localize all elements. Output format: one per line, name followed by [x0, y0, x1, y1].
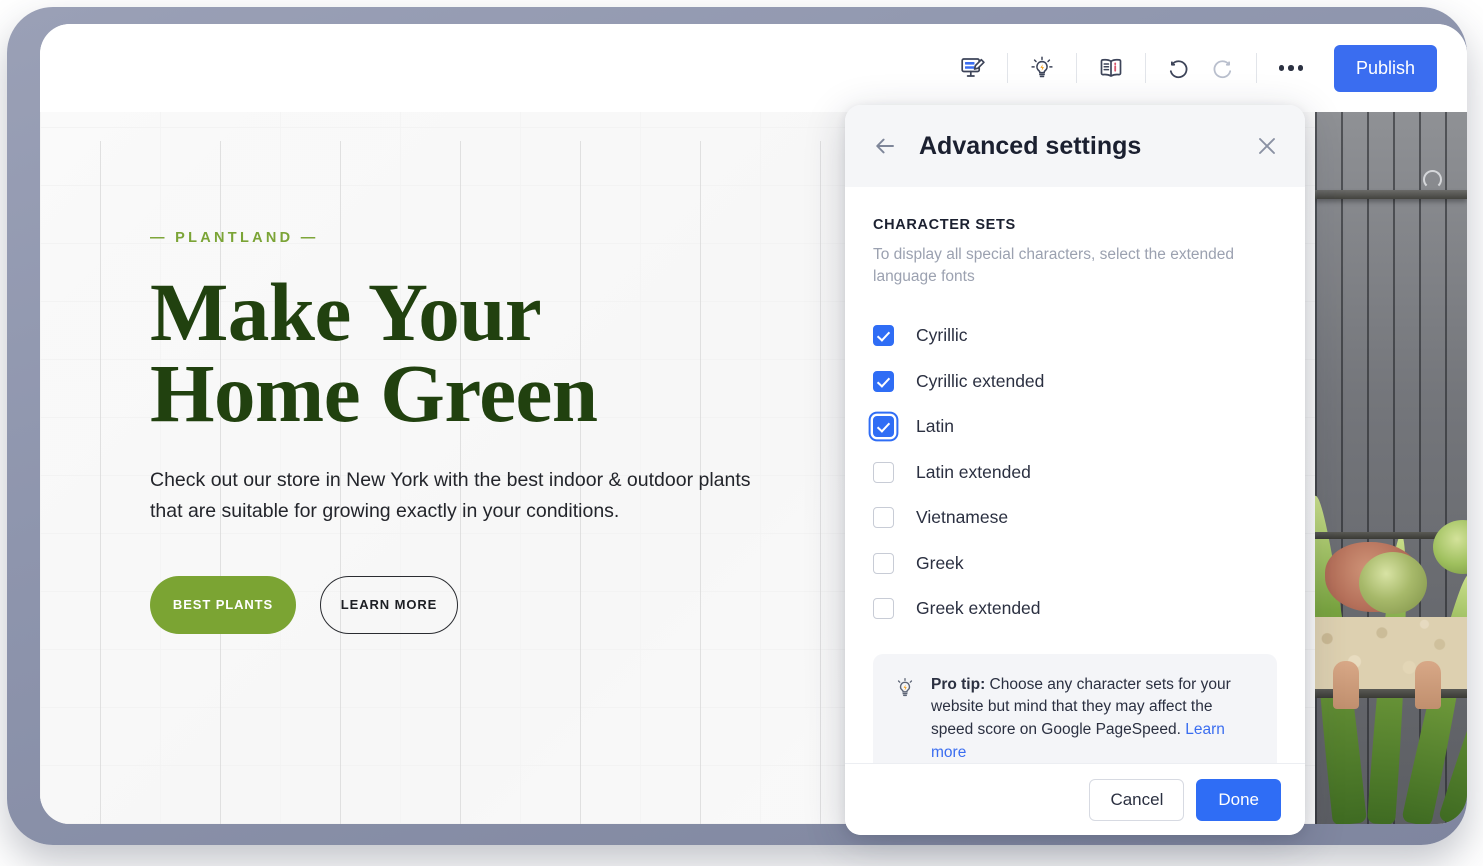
- charset-row-greek-extended[interactable]: Greek extended: [873, 586, 1277, 632]
- charset-label: Latin: [916, 416, 954, 437]
- charset-label: Latin extended: [916, 462, 1031, 483]
- green-succulent: [1359, 552, 1427, 614]
- redo-icon[interactable]: [1201, 47, 1243, 89]
- learn-more-button[interactable]: LEARN MORE: [320, 576, 458, 634]
- panel-footer: Cancel Done: [845, 763, 1305, 835]
- page-title: Make Your Home Green: [150, 272, 790, 435]
- checkbox-icon[interactable]: [873, 416, 894, 437]
- done-button[interactable]: Done: [1196, 779, 1281, 821]
- hand-finger: [1415, 661, 1441, 709]
- checkbox-icon[interactable]: [873, 462, 894, 483]
- charset-label: Vietnamese: [916, 507, 1008, 528]
- checkbox-icon[interactable]: [873, 507, 894, 528]
- lightbulb-idea-icon[interactable]: [1021, 47, 1063, 89]
- panel-header: Advanced settings: [845, 105, 1305, 187]
- pro-tip-callout: Pro tip: Choose any character sets for y…: [873, 654, 1277, 764]
- pro-tip-text: Pro tip: Choose any character sets for y…: [931, 674, 1255, 764]
- checkbox-icon[interactable]: [873, 553, 894, 574]
- toolbar-divider: [1145, 53, 1146, 83]
- close-icon[interactable]: [1251, 130, 1283, 162]
- charset-label: Cyrillic: [916, 325, 968, 346]
- checkbox-icon[interactable]: [873, 325, 894, 346]
- charset-label: Greek: [916, 553, 964, 574]
- arrow-left-icon[interactable]: [869, 130, 901, 162]
- panel-body: CHARACTER SETS To display all special ch…: [845, 187, 1305, 763]
- undo-icon[interactable]: [1159, 47, 1201, 89]
- checkbox-icon[interactable]: [873, 371, 894, 392]
- toolbar-divider: [1007, 53, 1008, 83]
- charset-row-latin-extended[interactable]: Latin extended: [873, 450, 1277, 496]
- lightbulb-idea-icon: [893, 674, 917, 764]
- green-succulent: [1433, 520, 1467, 574]
- checkbox-icon[interactable]: [873, 598, 894, 619]
- page-title: Advanced settings: [919, 132, 1251, 161]
- editor-toolbar: Publish: [40, 24, 1467, 112]
- charset-row-vietnamese[interactable]: Vietnamese: [873, 495, 1277, 541]
- hero-title-line-1: Make Your: [150, 266, 541, 358]
- cancel-button[interactable]: Cancel: [1089, 779, 1184, 821]
- section-description: To display all special characters, selec…: [873, 244, 1277, 288]
- publish-button[interactable]: Publish: [1334, 45, 1437, 92]
- hero-plant-image: [1315, 112, 1467, 824]
- screen-edit-icon[interactable]: [952, 47, 994, 89]
- pro-tip-prefix: Pro tip:: [931, 676, 985, 693]
- open-book-info-icon[interactable]: [1090, 47, 1132, 89]
- charset-label: Cyrillic extended: [916, 371, 1044, 392]
- hand-finger: [1333, 661, 1359, 709]
- toolbar-divider: [1256, 53, 1257, 83]
- character-sets-list: Cyrillic Cyrillic extended Latin Latin exte…: [873, 313, 1277, 632]
- toolbar-divider: [1076, 53, 1077, 83]
- best-plants-button[interactable]: BEST PLANTS: [150, 576, 296, 634]
- charset-row-latin[interactable]: Latin: [873, 404, 1277, 450]
- hero-title-line-2: Home Green: [150, 347, 598, 439]
- charset-label: Greek extended: [916, 598, 1041, 619]
- charset-row-cyrillic-extended[interactable]: Cyrillic extended: [873, 359, 1277, 405]
- section-label: CHARACTER SETS: [873, 217, 1277, 233]
- charset-row-cyrillic[interactable]: Cyrillic: [873, 313, 1277, 359]
- screenshot-stage: Publish — PLANTLAND — Make Your Home Gre…: [0, 0, 1483, 866]
- wall-hook-icon: [1423, 170, 1442, 189]
- fence-rail-top: [1315, 190, 1467, 199]
- advanced-settings-panel: Advanced settings CHARACTER SETS To disp…: [845, 105, 1305, 835]
- charset-row-greek[interactable]: Greek: [873, 541, 1277, 587]
- more-options-icon[interactable]: [1270, 47, 1312, 89]
- hero-subtitle: Check out our store in New York with the…: [150, 465, 760, 528]
